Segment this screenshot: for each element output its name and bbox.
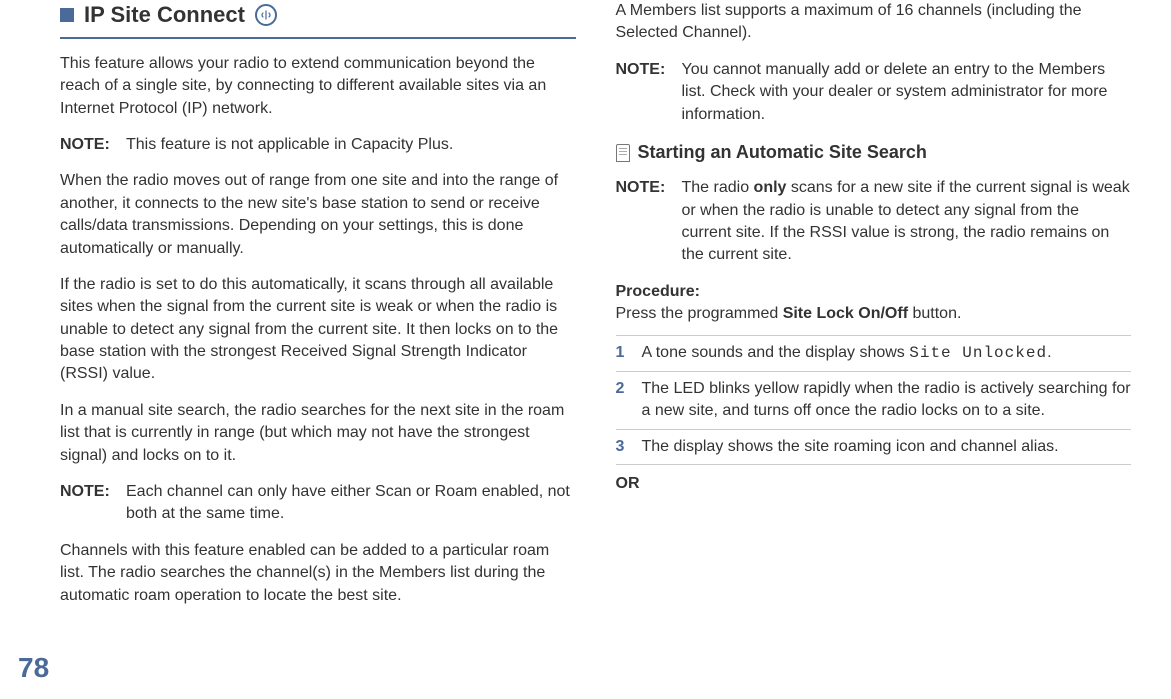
- step-row: 3 The display shows the site roaming icon…: [616, 430, 1132, 465]
- left-column: IP Site Connect This feature allows your…: [60, 0, 576, 621]
- step-number: 3: [616, 436, 630, 458]
- section-bullet-icon: [60, 8, 74, 22]
- note-label: NOTE:: [616, 59, 672, 126]
- step-text-pre: The display shows the site roaming icon …: [642, 438, 1059, 455]
- note-block: NOTE: Each channel can only have either …: [60, 481, 576, 526]
- or-label: OR: [616, 473, 1132, 495]
- step-text: A tone sounds and the display shows Site…: [642, 342, 1132, 364]
- step-number: 1: [616, 342, 630, 364]
- procedure-text-pre: Press the programmed: [616, 305, 783, 322]
- note-text-bold: only: [754, 179, 787, 196]
- antenna-icon: [255, 4, 277, 26]
- note-text: This feature is not applicable in Capaci…: [126, 134, 576, 156]
- note-block: NOTE: You cannot manually add or delete …: [616, 59, 1132, 126]
- document-icon: [616, 144, 630, 162]
- step-text-post: .: [1047, 344, 1051, 361]
- body-paragraph: This feature allows your radio to extend…: [60, 53, 576, 120]
- note-block: NOTE: The radio only scans for a new sit…: [616, 177, 1132, 267]
- note-label: NOTE:: [60, 134, 116, 156]
- right-column: A Members list supports a maximum of 16 …: [616, 0, 1132, 621]
- step-number: 2: [616, 378, 630, 423]
- step-row: 1 A tone sounds and the display shows Sit…: [616, 335, 1132, 371]
- note-label: NOTE:: [60, 481, 116, 526]
- procedure-text: Press the programmed Site Lock On/Off bu…: [616, 303, 1132, 325]
- body-paragraph: Channels with this feature enabled can b…: [60, 540, 576, 607]
- note-text: The radio only scans for a new site if t…: [682, 177, 1132, 267]
- body-paragraph: If the radio is set to do this automatic…: [60, 274, 576, 386]
- step-text-mono: Site Unlocked: [909, 344, 1047, 362]
- step-text-pre: A tone sounds and the display shows: [642, 344, 910, 361]
- subsection-header: Starting an Automatic Site Search: [616, 140, 1132, 165]
- body-paragraph: In a manual site search, the radio searc…: [60, 400, 576, 467]
- note-text: You cannot manually add or delete an ent…: [682, 59, 1132, 126]
- subsection-title: Starting an Automatic Site Search: [638, 140, 927, 165]
- page-number: 78: [18, 648, 49, 687]
- note-text: Each channel can only have either Scan o…: [126, 481, 576, 526]
- body-paragraph: When the radio moves out of range from o…: [60, 170, 576, 260]
- section-title: IP Site Connect: [84, 0, 245, 31]
- section-header: IP Site Connect: [60, 0, 576, 31]
- note-text-pre: The radio: [682, 179, 754, 196]
- procedure-text-bold: Site Lock On/Off: [783, 305, 908, 322]
- note-label: NOTE:: [616, 177, 672, 267]
- note-block: NOTE: This feature is not applicable in …: [60, 134, 576, 156]
- step-text: The LED blinks yellow rapidly when the r…: [642, 378, 1132, 423]
- step-row: 2 The LED blinks yellow rapidly when the …: [616, 372, 1132, 430]
- procedure-label: Procedure:: [616, 281, 1132, 303]
- body-paragraph: A Members list supports a maximum of 16 …: [616, 0, 1132, 45]
- step-text-pre: The LED blinks yellow rapidly when the r…: [642, 380, 1131, 419]
- steps-list: 1 A tone sounds and the display shows Sit…: [616, 335, 1132, 465]
- section-divider: [60, 37, 576, 39]
- step-text: The display shows the site roaming icon …: [642, 436, 1132, 458]
- procedure-text-post: button.: [908, 305, 961, 322]
